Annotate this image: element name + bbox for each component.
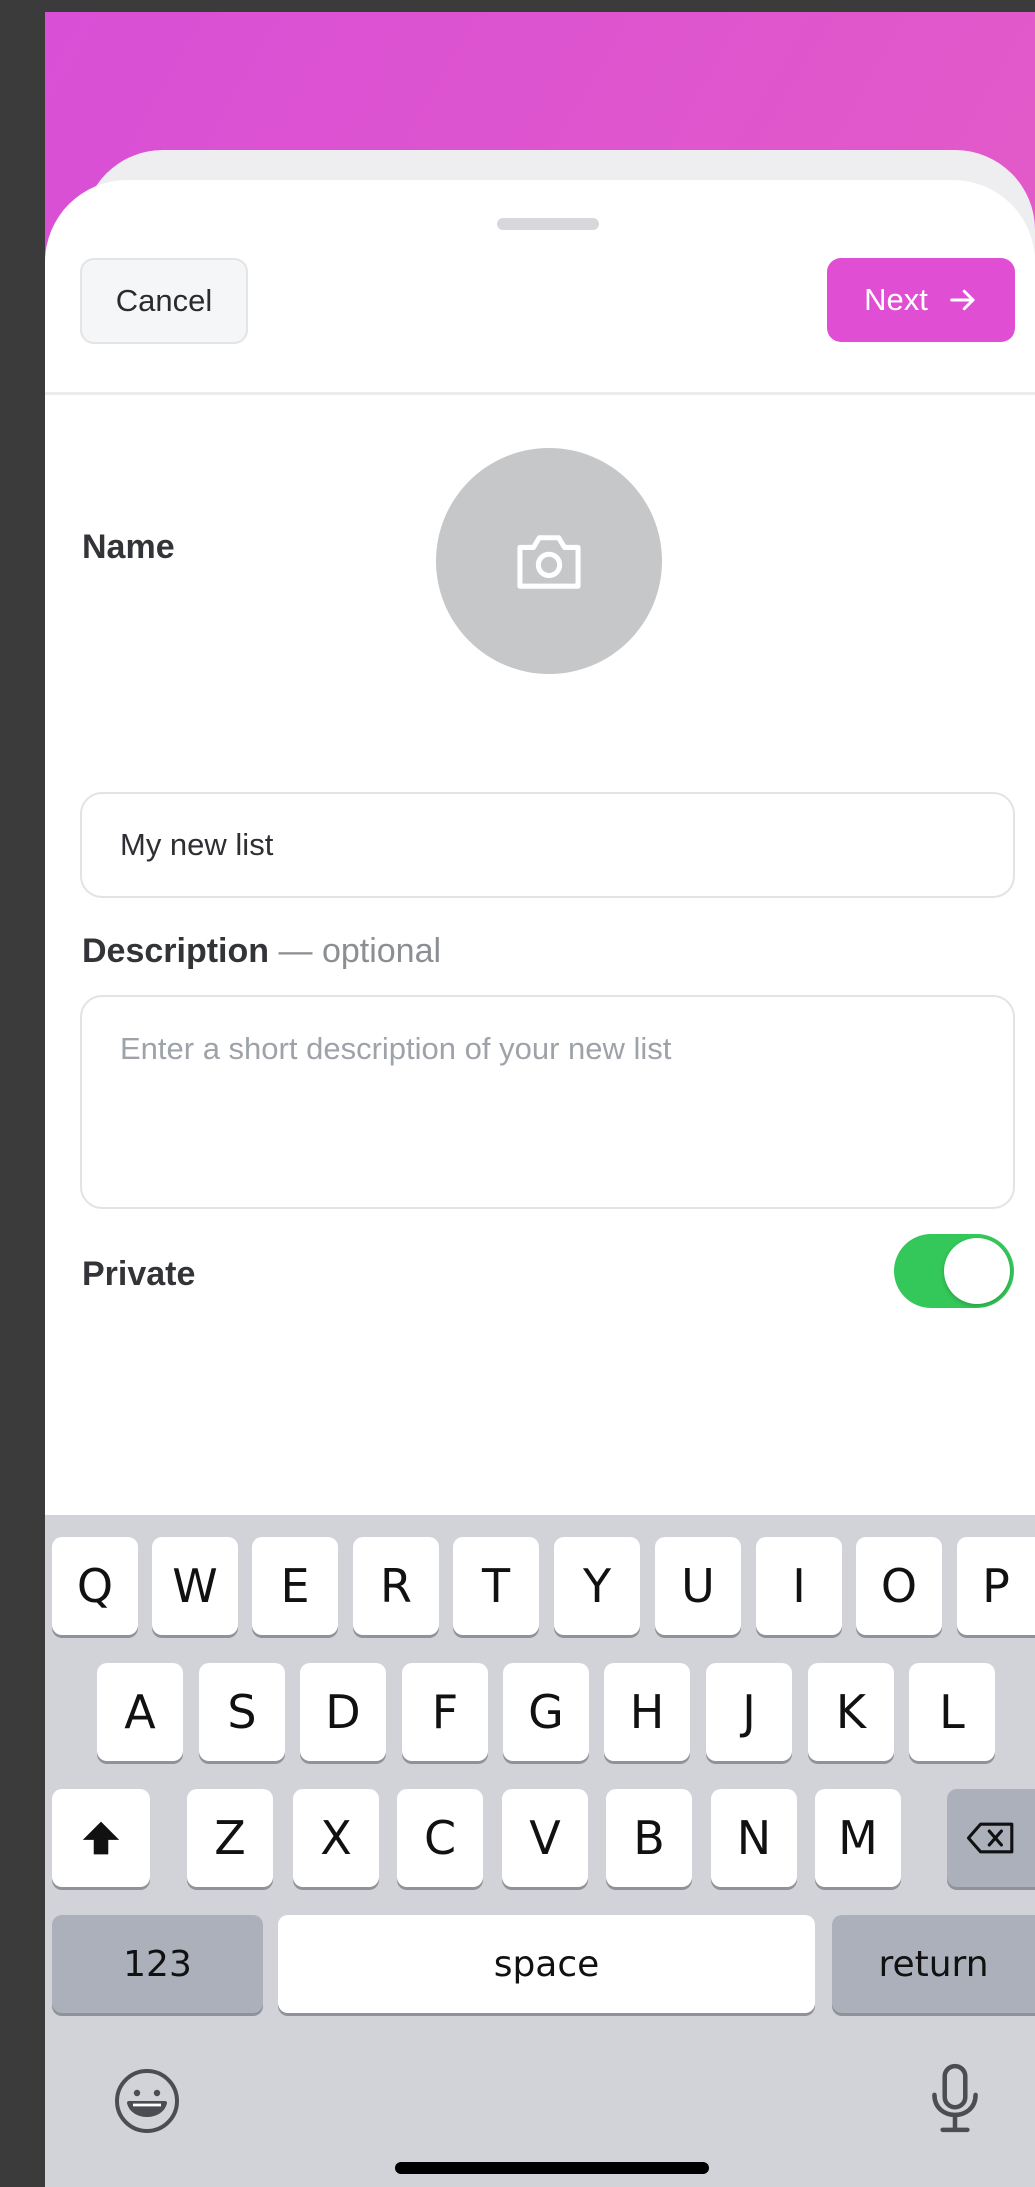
key-u[interactable]: U bbox=[655, 1537, 741, 1635]
description-label-row: Description — optional bbox=[82, 932, 441, 971]
space-key[interactable]: space bbox=[278, 1915, 815, 2013]
toggle-knob bbox=[944, 1238, 1010, 1304]
key-p[interactable]: P bbox=[957, 1537, 1035, 1635]
backspace-icon bbox=[966, 1822, 1014, 1854]
private-toggle[interactable] bbox=[894, 1234, 1014, 1308]
camera-icon bbox=[517, 535, 581, 589]
next-label: Next bbox=[864, 282, 928, 317]
key-c[interactable]: C bbox=[397, 1789, 483, 1887]
key-b[interactable]: B bbox=[606, 1789, 692, 1887]
shift-key[interactable] bbox=[52, 1789, 150, 1887]
key-x[interactable]: X bbox=[293, 1789, 379, 1887]
phone-screen: Cancel Next Name My new list Description… bbox=[45, 12, 1035, 2187]
emoji-button[interactable] bbox=[113, 2067, 181, 2140]
description-input[interactable]: Enter a short description of your new li… bbox=[80, 995, 1015, 1209]
key-j[interactable]: J bbox=[706, 1663, 792, 1761]
cancel-button[interactable]: Cancel bbox=[80, 258, 248, 344]
key-y[interactable]: Y bbox=[554, 1537, 640, 1635]
next-button[interactable]: Next bbox=[827, 258, 1015, 342]
key-z[interactable]: Z bbox=[187, 1789, 273, 1887]
home-indicator[interactable] bbox=[395, 2162, 709, 2174]
private-label: Private bbox=[82, 1255, 196, 1293]
key-t[interactable]: T bbox=[453, 1537, 539, 1635]
sheet-grabber[interactable] bbox=[497, 218, 599, 230]
key-d[interactable]: D bbox=[300, 1663, 386, 1761]
name-input[interactable]: My new list bbox=[80, 792, 1015, 898]
name-label: Name bbox=[82, 528, 175, 566]
key-f[interactable]: F bbox=[402, 1663, 488, 1761]
description-placeholder: Enter a short description of your new li… bbox=[120, 1031, 672, 1066]
return-key[interactable]: return bbox=[832, 1915, 1035, 2013]
shift-icon bbox=[82, 1821, 120, 1855]
header-divider bbox=[45, 392, 1035, 395]
key-n[interactable]: N bbox=[711, 1789, 797, 1887]
emoji-icon bbox=[115, 2069, 179, 2133]
key-v[interactable]: V bbox=[502, 1789, 588, 1887]
key-k[interactable]: K bbox=[808, 1663, 894, 1761]
key-s[interactable]: S bbox=[199, 1663, 285, 1761]
key-q[interactable]: Q bbox=[52, 1537, 138, 1635]
list-image-picker[interactable] bbox=[436, 448, 662, 674]
key-r[interactable]: R bbox=[353, 1537, 439, 1635]
key-m[interactable]: M bbox=[815, 1789, 901, 1887]
key-g[interactable]: G bbox=[503, 1663, 589, 1761]
delete-key[interactable] bbox=[947, 1789, 1035, 1887]
description-optional-hint: — optional bbox=[278, 932, 442, 970]
key-a[interactable]: A bbox=[97, 1663, 183, 1761]
key-h[interactable]: H bbox=[604, 1663, 690, 1761]
dictation-button[interactable] bbox=[930, 2062, 980, 2141]
numbers-key[interactable]: 123 bbox=[52, 1915, 263, 2013]
key-o[interactable]: O bbox=[856, 1537, 942, 1635]
arrow-right-icon bbox=[950, 289, 975, 311]
cancel-label: Cancel bbox=[115, 283, 213, 318]
microphone-icon bbox=[932, 2063, 978, 2133]
key-w[interactable]: W bbox=[152, 1537, 238, 1635]
key-l[interactable]: L bbox=[909, 1663, 995, 1761]
key-e[interactable]: E bbox=[252, 1537, 338, 1635]
name-input-value: My new list bbox=[120, 827, 274, 862]
key-i[interactable]: I bbox=[756, 1537, 842, 1635]
keyboard: Q W E R T Y U I O P A S D F G H J K L Z … bbox=[45, 1515, 1035, 2187]
description-label: Description bbox=[82, 932, 270, 970]
